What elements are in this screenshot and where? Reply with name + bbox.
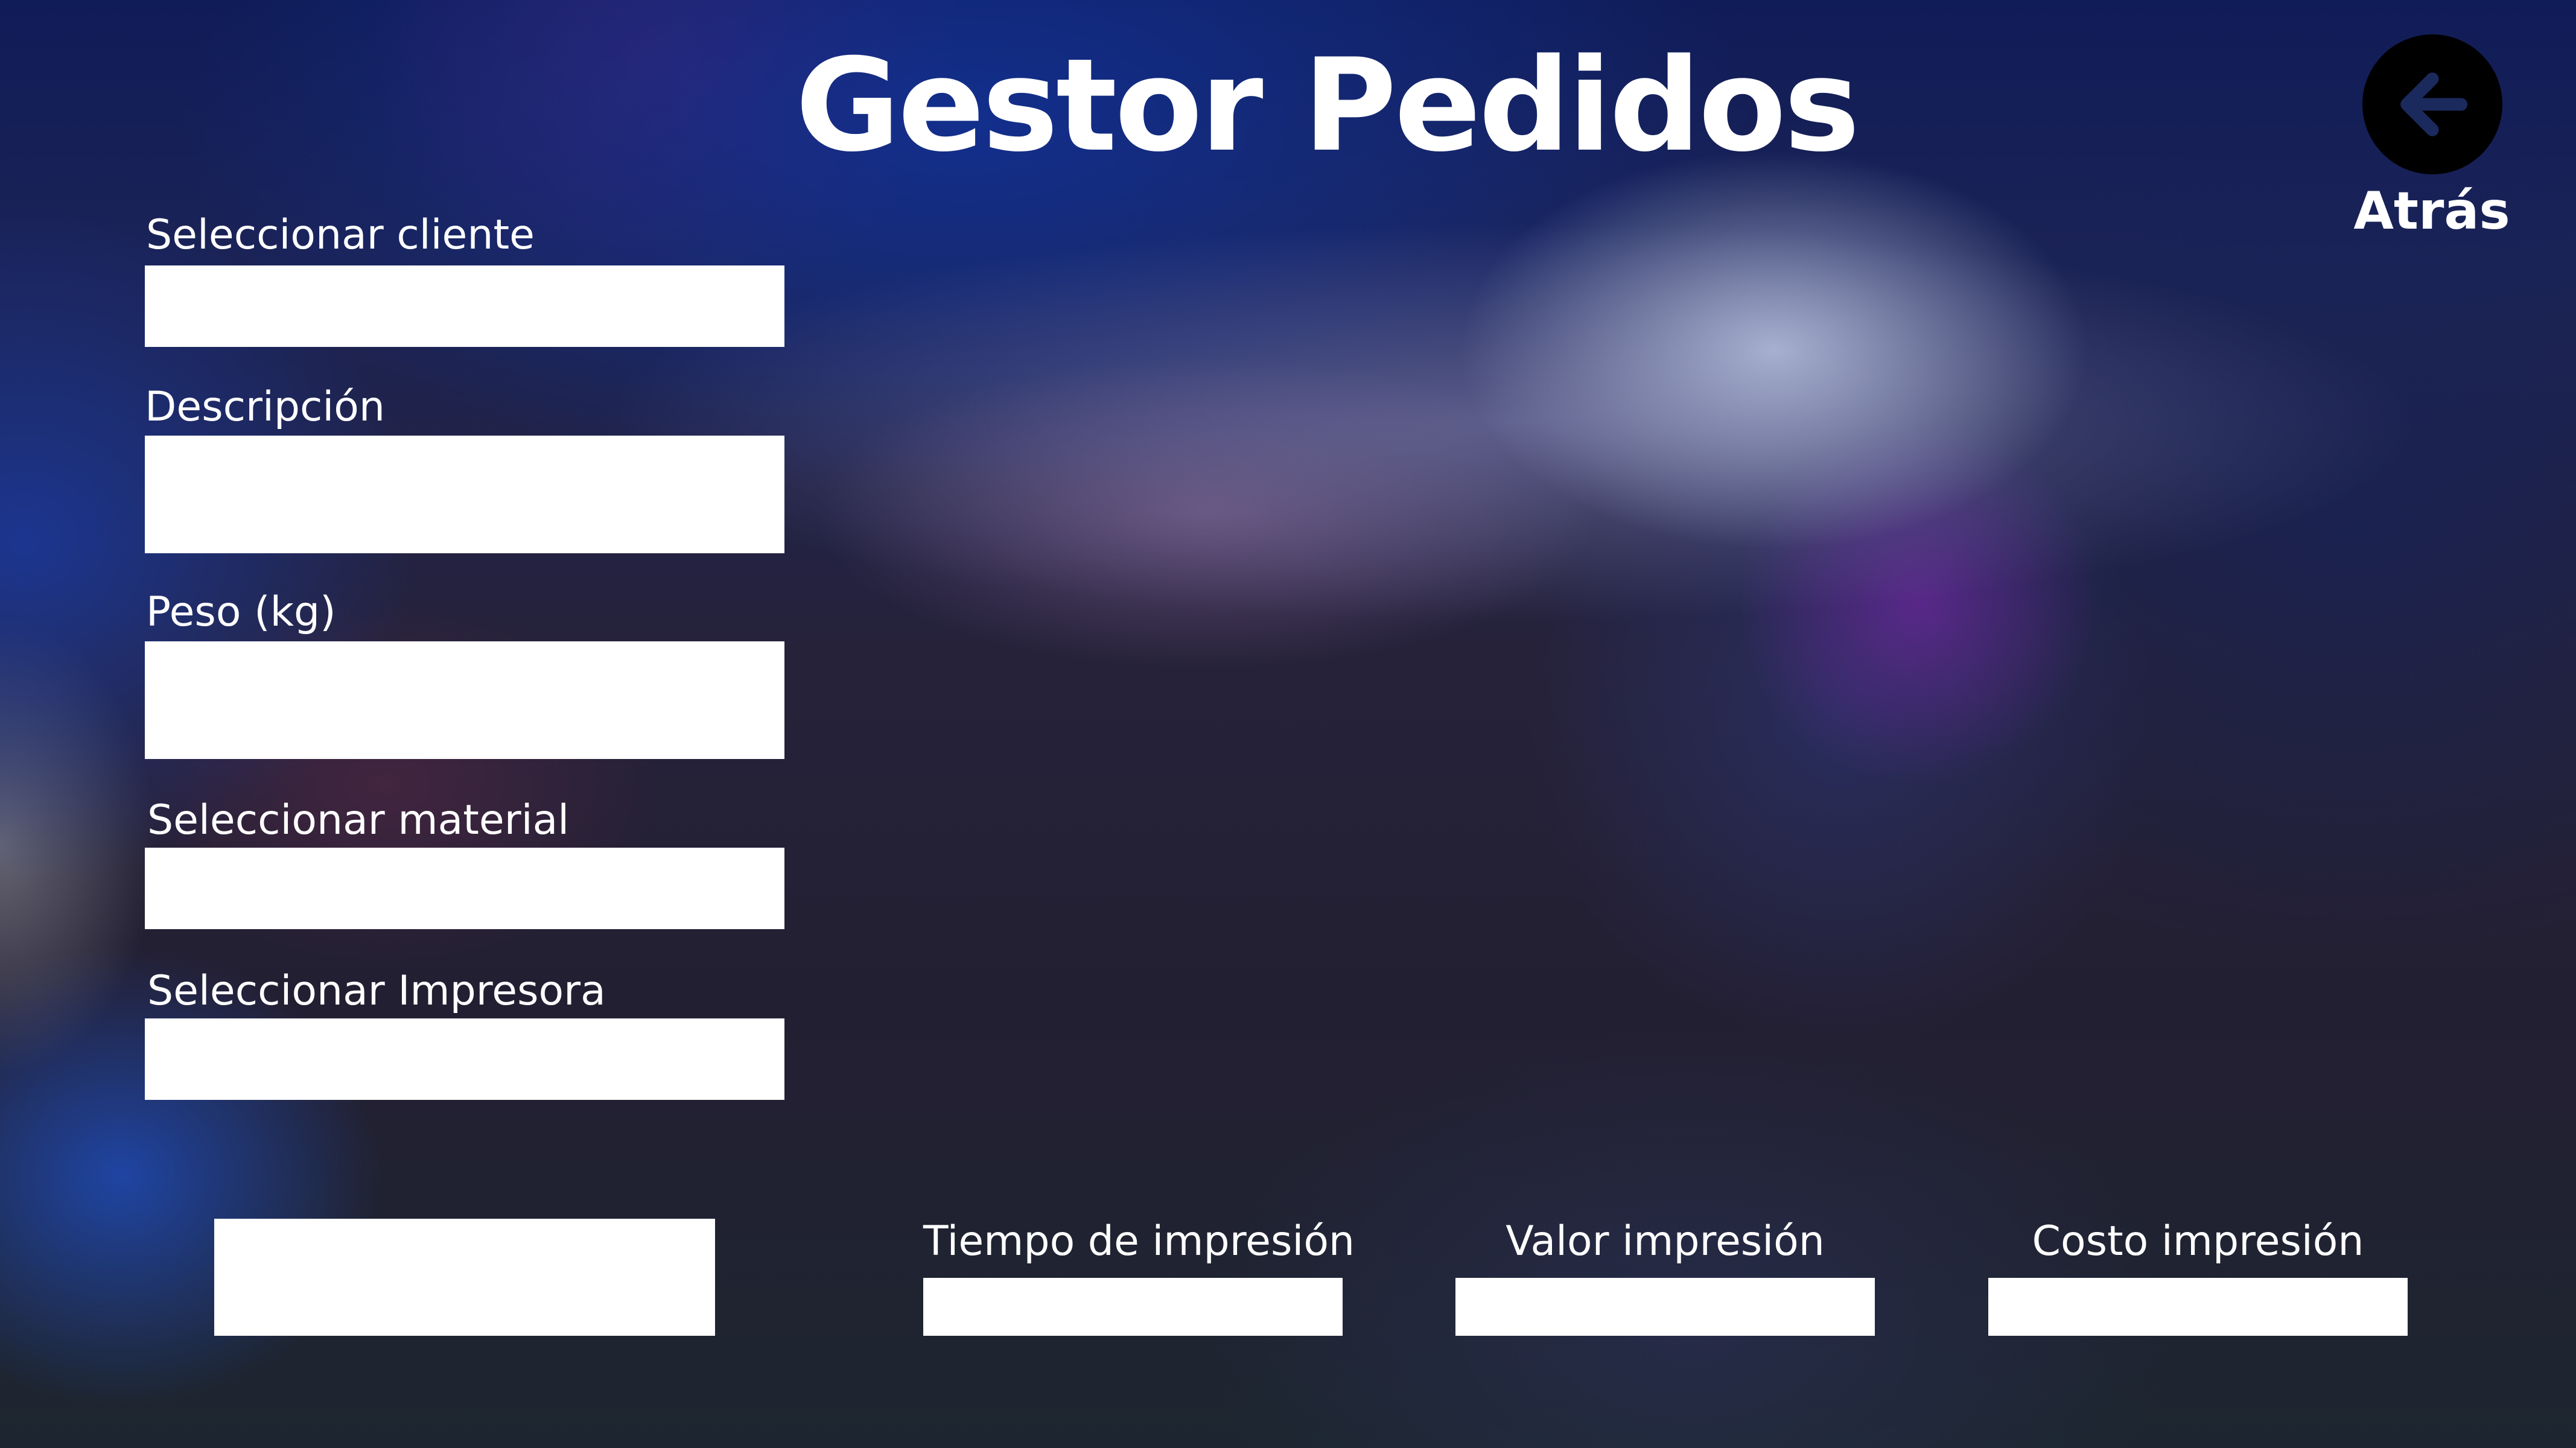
material-label: Seleccionar material [147,796,570,844]
print-cost-field[interactable] [1988,1278,2408,1336]
back-button[interactable]: Atrás [2353,33,2510,250]
weight-field[interactable] [145,641,784,759]
arrow-left-icon [2400,72,2468,136]
back-label: Atrás [2353,181,2510,241]
material-select[interactable] [145,848,784,929]
print-time-label: Tiempo de impresión [923,1218,1355,1265]
calculate-button[interactable] [214,1219,715,1336]
printer-select[interactable] [145,1018,784,1100]
back-button-circle[interactable] [2362,34,2502,174]
description-field[interactable] [145,436,784,553]
client-label: Seleccionar cliente [146,211,535,259]
client-select[interactable] [145,265,784,347]
printer-label: Seleccionar Impresora [147,967,606,1015]
page-title: Gestor Pedidos [795,31,1860,180]
print-value-label: Valor impresión [1506,1218,1825,1265]
print-time-field[interactable] [923,1278,1343,1336]
print-value-field[interactable] [1455,1278,1875,1336]
description-label: Descripción [145,383,386,431]
weight-label: Peso (kg) [146,588,336,636]
print-cost-label: Costo impresión [2032,1218,2364,1265]
